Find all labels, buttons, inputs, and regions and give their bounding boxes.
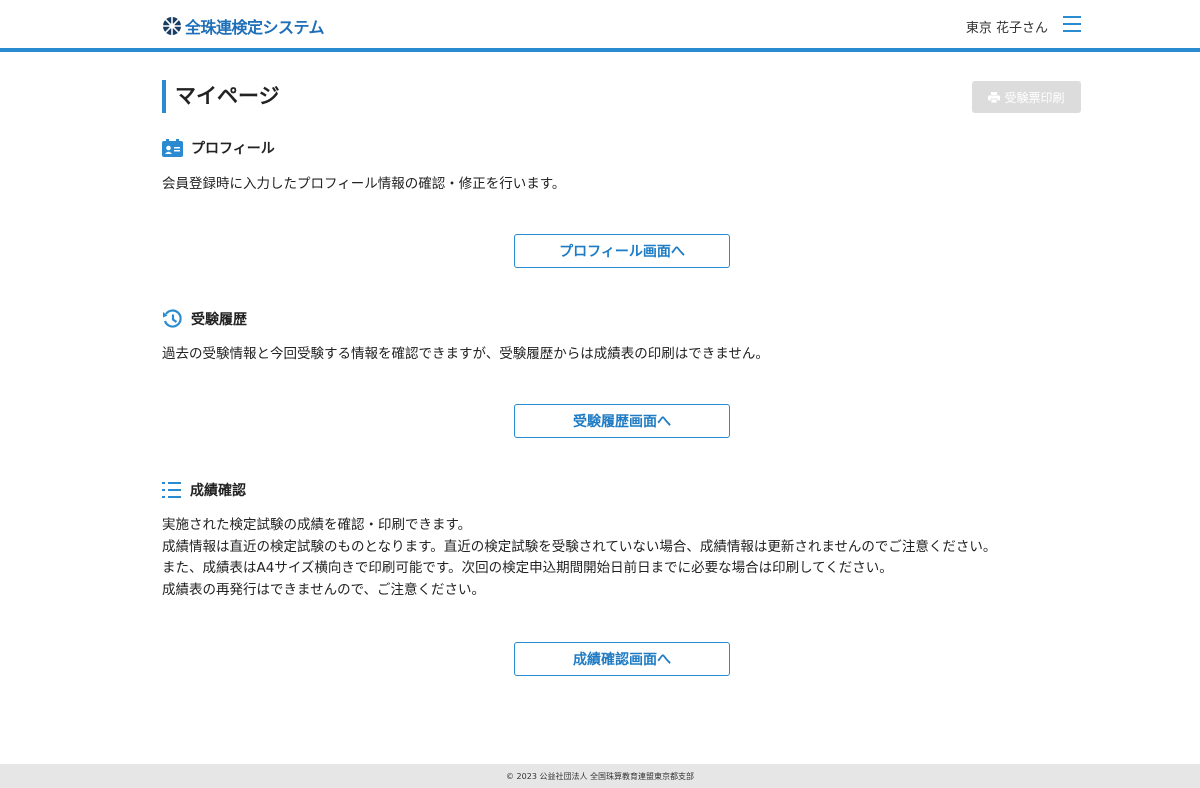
results-screen-button[interactable]: 成績確認画面へ	[514, 642, 730, 676]
section-heading-history: 受験履歴	[162, 309, 247, 329]
section-heading-profile: プロフィール	[162, 138, 275, 158]
history-clock-icon	[163, 309, 182, 328]
section-heading-label: 受験履歴	[191, 312, 247, 328]
id-card-icon	[162, 139, 183, 157]
section-heading-label: プロフィール	[191, 141, 275, 157]
user-name: 東京 花子さん	[965, 21, 1048, 36]
section-heading-label: 成績確認	[190, 483, 246, 499]
profile-screen-button[interactable]: プロフィール画面へ	[514, 234, 730, 268]
hamburger-menu-icon[interactable]	[1063, 16, 1081, 32]
header-bar: 全珠連検定システム 東京 花子さん	[0, 0, 1200, 52]
print-ticket-button[interactable]: 受験票印刷	[972, 81, 1081, 113]
results-description: 実施された検定試験の成績を確認・印刷できます。 成績情報は直近の検定試験のものと…	[162, 515, 996, 601]
profile-description: 会員登録時に入力したプロフィール情報の確認・修正を行います。	[162, 176, 566, 192]
results-line: 実施された検定試験の成績を確認・印刷できます。	[162, 517, 472, 533]
page-title: マイページ	[162, 80, 280, 113]
numbered-list-icon	[162, 481, 181, 498]
results-line: また、成績表はA4サイズ横向きで印刷可能です。次回の検定申込期間開始日前日までに…	[162, 560, 893, 576]
history-screen-button[interactable]: 受験履歴画面へ	[514, 404, 730, 438]
results-line: 成績表の再発行はできませんので、ご注意ください。	[162, 581, 486, 598]
print-ticket-label: 受験票印刷	[1004, 90, 1065, 105]
history-description: 過去の受験情報と今回受験する情報を確認できますが、受験履歴からは成績表の印刷はで…	[162, 346, 769, 362]
results-line: 成績情報は直近の検定試験のものとなります。直近の検定試験を受験されていない場合、…	[162, 538, 997, 555]
copyright-text: © 2023 公益社団法人 全国珠算教育連盟東京都支部	[506, 771, 694, 781]
section-heading-results: 成績確認	[162, 480, 246, 500]
logo-text: 全珠連検定システム	[185, 18, 325, 37]
abacus-logo-icon	[163, 17, 181, 35]
footer: © 2023 公益社団法人 全国珠算教育連盟東京都支部	[0, 764, 1200, 788]
site-logo[interactable]: 全珠連検定システム	[162, 14, 325, 38]
printer-icon	[988, 91, 1001, 103]
